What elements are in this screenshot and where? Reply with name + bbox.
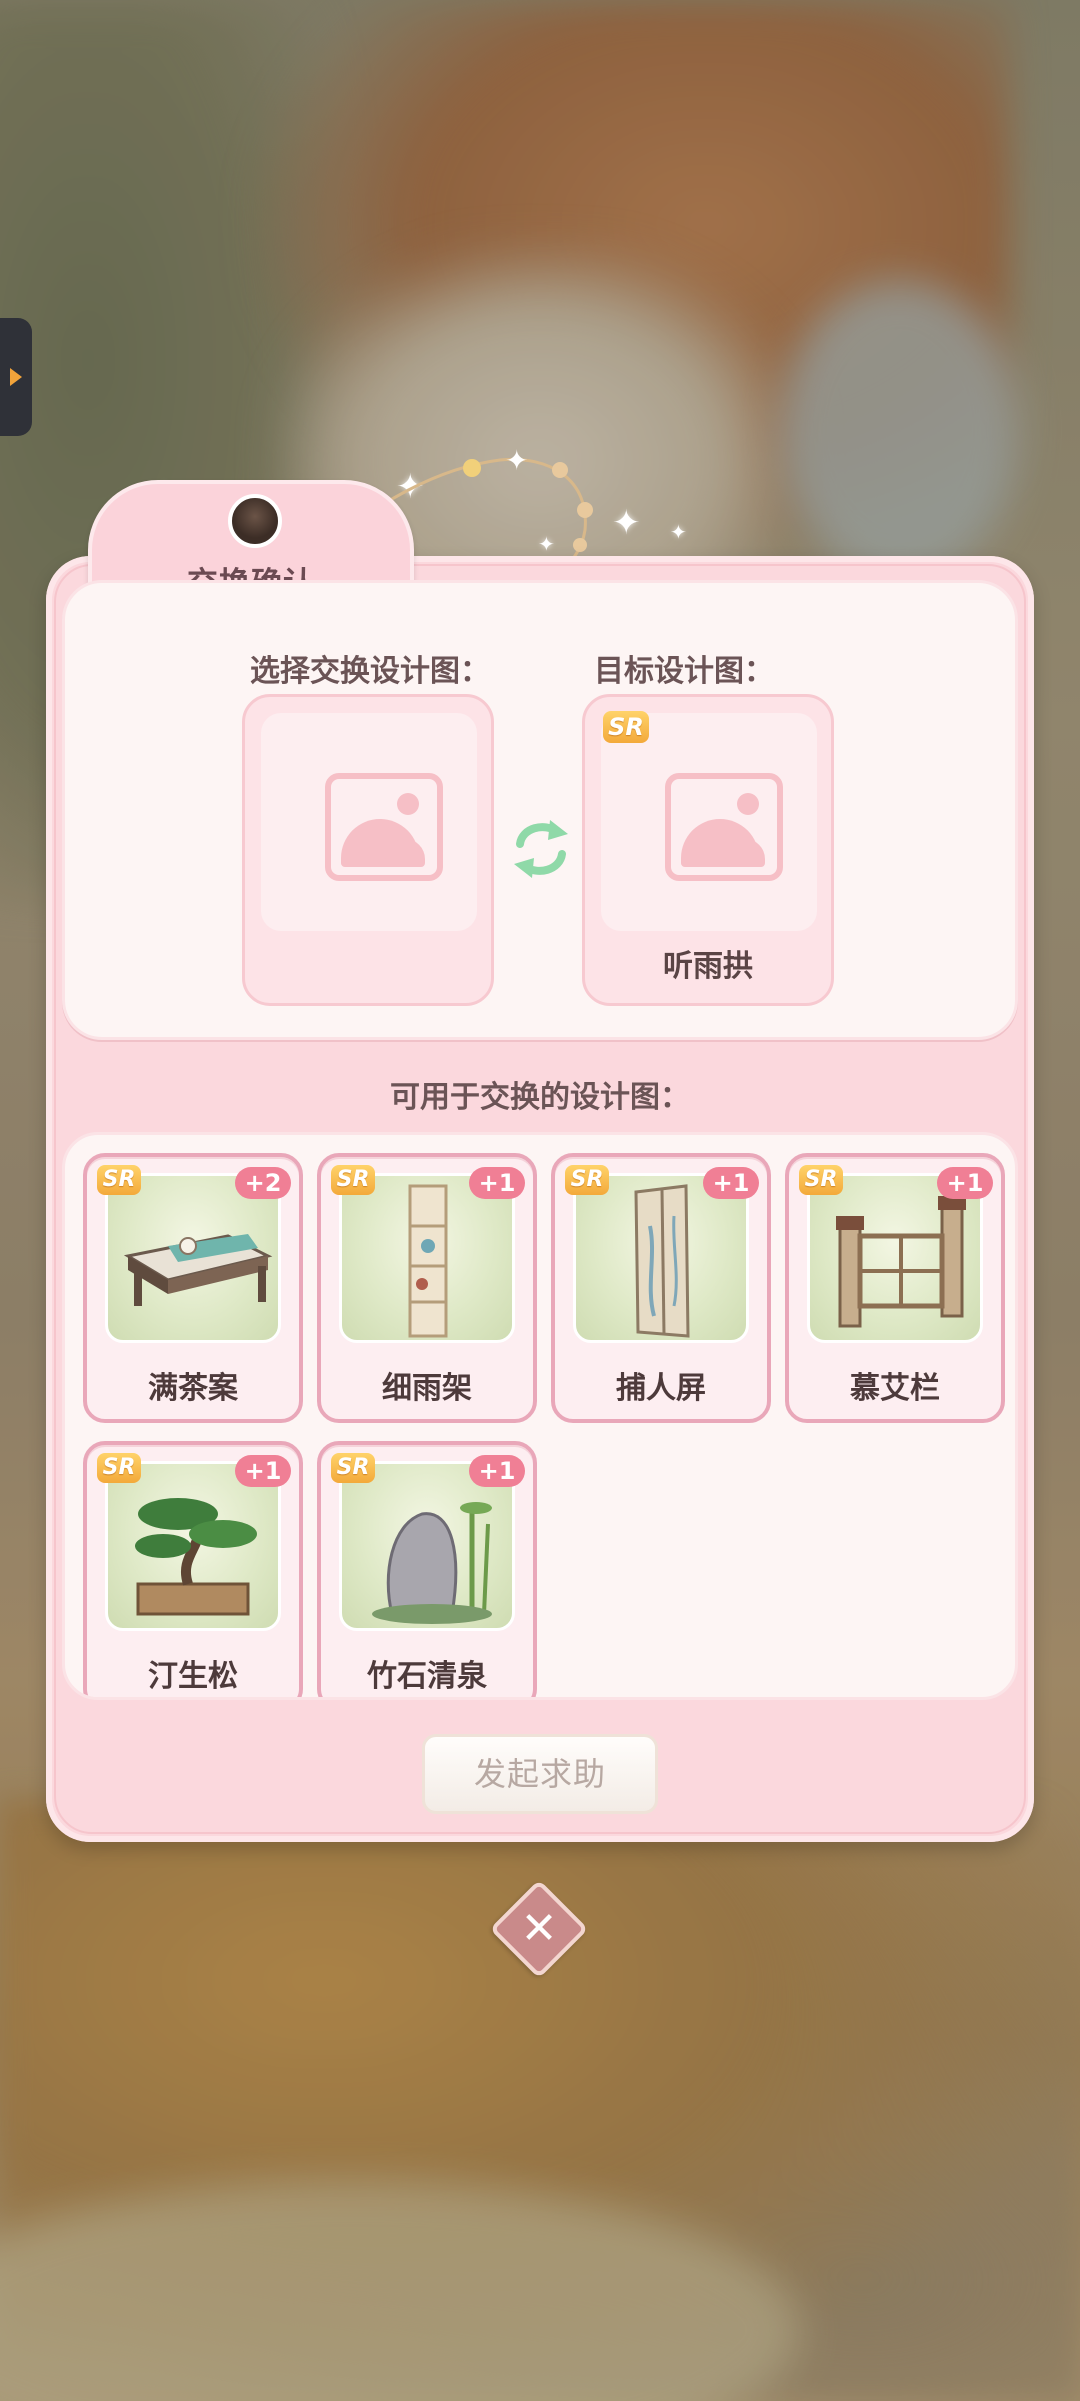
blueprint-card[interactable]: SR +1 竹石清泉 — [317, 1441, 537, 1697]
side-expand-tab[interactable] — [0, 318, 32, 436]
count-badge: +2 — [235, 1167, 291, 1199]
blueprint-name: 细雨架 — [382, 1371, 472, 1406]
count-badge: +1 — [235, 1455, 291, 1487]
blueprint-list[interactable]: SR +2 满茶案 SR +1 细雨架 SR +1 捕人屏 SR +1 慕艾栏 … — [62, 1132, 1018, 1700]
blueprint-card[interactable]: SR +1 汀生松 — [83, 1441, 303, 1697]
rarity-badge: SR — [97, 1165, 141, 1195]
count-badge: +1 — [937, 1167, 993, 1199]
image-placeholder-icon — [665, 773, 783, 881]
blueprint-card[interactable]: SR +2 满茶案 — [83, 1153, 303, 1423]
rarity-badge: SR — [97, 1453, 141, 1483]
select-label: 选择交换设计图： — [250, 654, 490, 689]
blueprint-name: 满茶案 — [148, 1371, 238, 1406]
svg-text:✦: ✦ — [505, 444, 528, 477]
blueprint-name: 慕艾栏 — [850, 1371, 940, 1406]
rarity-badge: SR — [565, 1165, 609, 1195]
avatar — [228, 494, 282, 548]
close-icon[interactable]: ✕ — [504, 1894, 574, 1964]
available-label: 可用于交换的设计图： — [390, 1080, 690, 1115]
rarity-badge: SR — [331, 1165, 375, 1195]
blueprint-name: 竹石清泉 — [367, 1659, 487, 1694]
swap-arrows-icon — [514, 820, 568, 878]
count-badge: +1 — [469, 1167, 525, 1199]
select-blueprint-slot[interactable] — [242, 694, 494, 1006]
count-badge: +1 — [469, 1455, 525, 1487]
rarity-badge: SR — [603, 711, 649, 743]
blueprint-card[interactable]: SR +1 细雨架 — [317, 1153, 537, 1423]
rarity-badge: SR — [331, 1453, 375, 1483]
blueprint-card[interactable]: SR +1 捕人屏 — [551, 1153, 771, 1423]
blueprint-card[interactable]: SR +1 慕艾栏 — [785, 1153, 1005, 1423]
exchange-panel — [62, 580, 1018, 1040]
image-placeholder-icon — [325, 773, 443, 881]
rarity-badge: SR — [799, 1165, 843, 1195]
chevron-right-icon — [10, 368, 22, 386]
sparkle-icon: ✦ — [670, 520, 687, 544]
request-help-button[interactable]: 发起求助 — [422, 1734, 658, 1814]
target-item-name: 听雨拱 — [663, 949, 753, 984]
target-blueprint-slot[interactable]: SR 听雨拱 — [582, 694, 834, 1006]
target-label: 目标设计图： — [594, 654, 774, 689]
blueprint-name: 捕人屏 — [616, 1371, 706, 1406]
blueprint-name: 汀生松 — [148, 1659, 238, 1694]
count-badge: +1 — [703, 1167, 759, 1199]
